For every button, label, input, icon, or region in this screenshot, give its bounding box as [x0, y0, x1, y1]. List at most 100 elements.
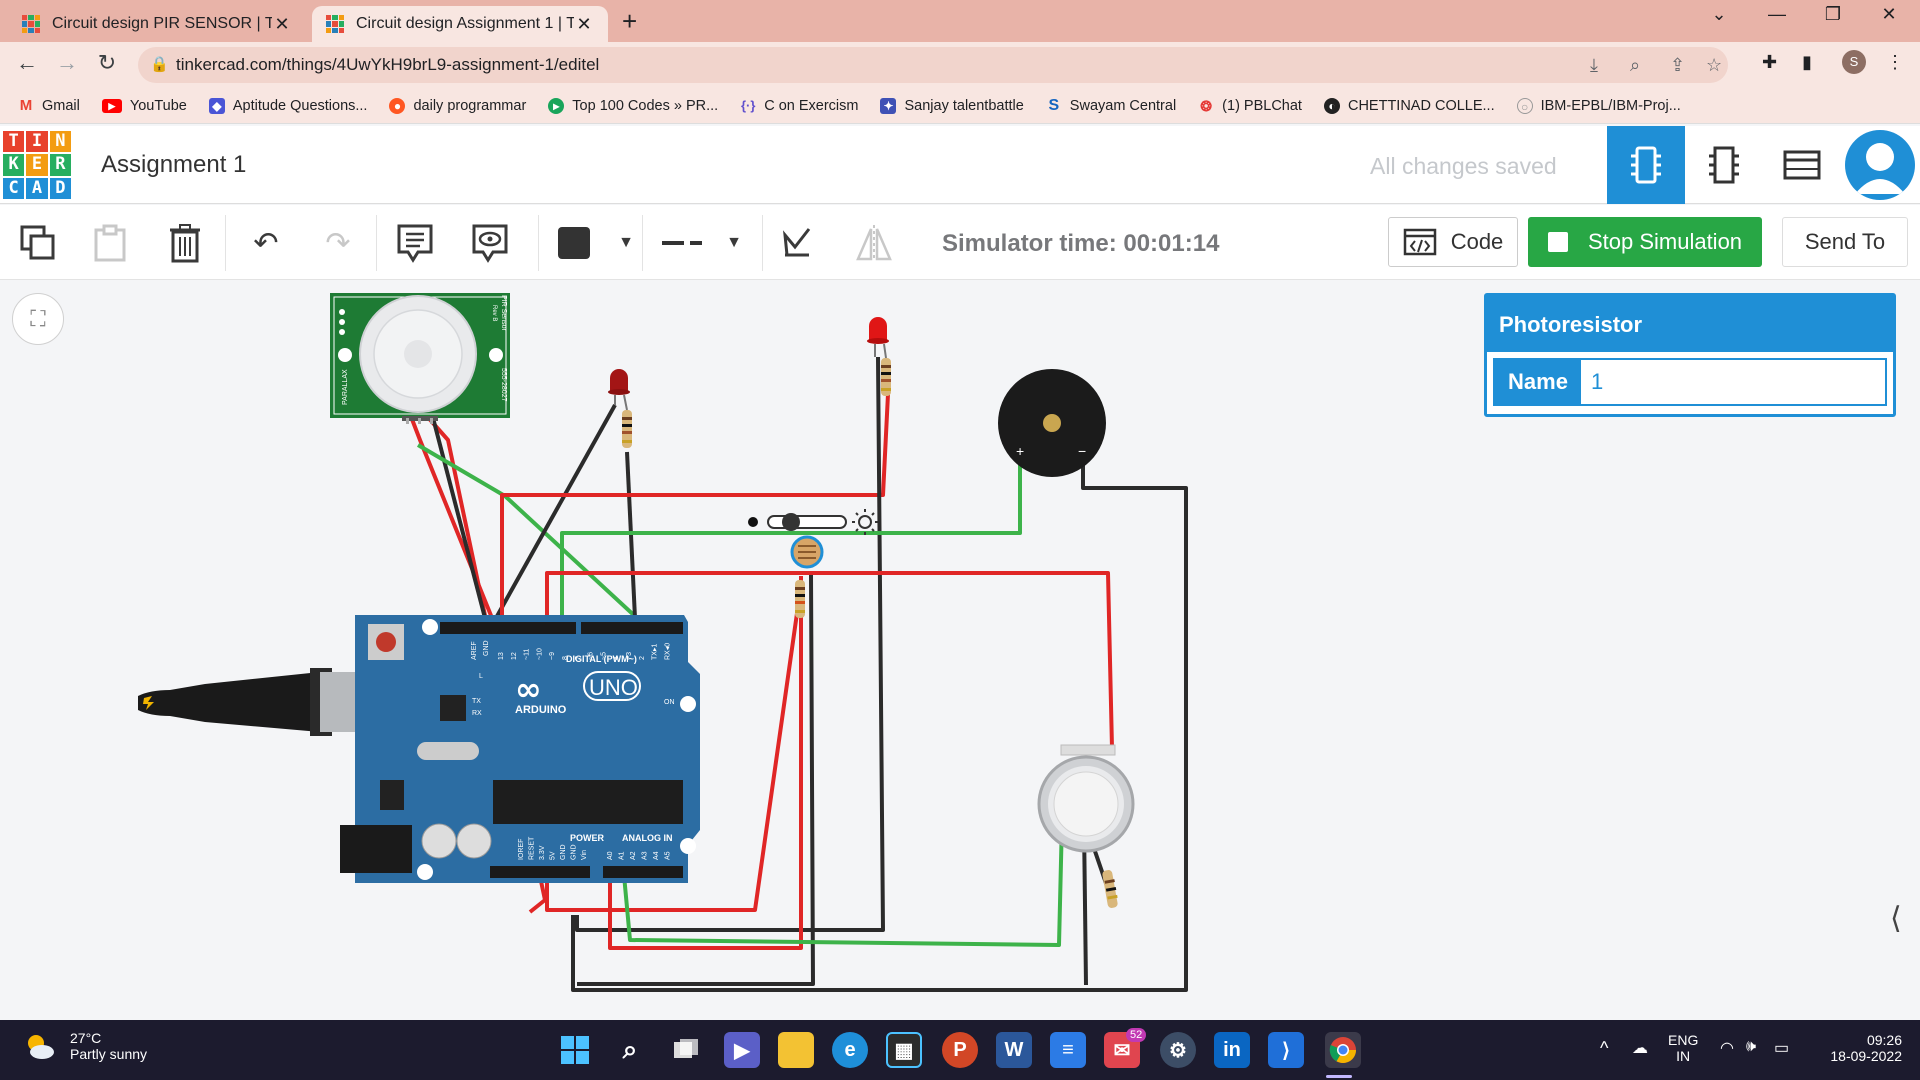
word-icon[interactable]: W: [996, 1032, 1032, 1068]
bookmark-gmail[interactable]: M Gmail: [18, 96, 80, 114]
aref-label: AREF: [471, 641, 478, 660]
menu-kebab-icon[interactable]: ⋮: [1886, 52, 1904, 73]
zoom-icon[interactable]: ⌕: [1630, 55, 1640, 76]
pin-label: 7: [575, 656, 582, 660]
paste-button[interactable]: [88, 221, 132, 265]
list-icon: [1783, 150, 1821, 180]
close-tab-icon[interactable]: ✕: [272, 14, 292, 35]
vscode-icon[interactable]: ⟩: [1268, 1032, 1304, 1068]
flip-button[interactable]: [852, 221, 896, 265]
bookmark-exercism[interactable]: {·} C on Exercism: [740, 98, 859, 114]
stop-simulation-button[interactable]: Stop Simulation: [1528, 217, 1762, 267]
volume-icon[interactable]: 🕪: [1746, 1038, 1756, 1056]
url-text[interactable]: tinkercad.com/things/4UwYkH9brL9-assignm…: [176, 55, 599, 75]
weather-widget[interactable]: 27°C Partly sunny: [24, 1030, 147, 1062]
reload-icon[interactable]: ↻: [92, 50, 122, 76]
back-icon[interactable]: ←: [12, 50, 42, 76]
omnibox[interactable]: 🔒 tinkercad.com/things/4UwYkH9brL9-assig…: [138, 47, 1728, 83]
fill-color-button[interactable]: [552, 221, 596, 265]
store-icon[interactable]: ▦: [886, 1032, 922, 1068]
pin-label: 5V: [550, 851, 557, 860]
component-list-button[interactable]: [1763, 126, 1841, 204]
onedrive-icon[interactable]: ☁: [1632, 1038, 1648, 1058]
arduino-infinity-icon: ∞: [515, 670, 542, 708]
browser-tab-pir[interactable]: Circuit design PIR SENSOR | Tinke ✕: [8, 6, 306, 42]
circuit-view-button[interactable]: [1607, 126, 1685, 204]
new-tab-icon[interactable]: +: [622, 6, 637, 37]
bookmarks-bar: M Gmail ▶ YouTube ◆ Aptitude Questions... ●…: [0, 88, 1920, 124]
stop-icon: [1547, 232, 1568, 252]
language-indicator[interactable]: ENG IN: [1668, 1032, 1698, 1064]
linkedin-icon[interactable]: in: [1214, 1032, 1250, 1068]
browser-tab-assignment[interactable]: Circuit design Assignment 1 | Tin ✕: [312, 6, 608, 42]
name-field-input[interactable]: 1: [1581, 360, 1885, 404]
file-explorer-icon[interactable]: [778, 1032, 814, 1068]
tab-search-chevron-icon[interactable]: ⌄: [1696, 4, 1742, 25]
bookmark-talentbattle[interactable]: ✦ Sanjay talentbattle: [880, 97, 1024, 114]
bookmark-youtube[interactable]: ▶ YouTube: [101, 98, 187, 114]
extensions-icon[interactable]: ✚: [1762, 52, 1777, 73]
profile-avatar[interactable]: S: [1842, 50, 1866, 74]
tinkercad-logo[interactable]: T I N K E R C A D: [3, 131, 71, 199]
gmail-icon: M: [19, 96, 33, 114]
send-to-button[interactable]: Send To: [1782, 217, 1908, 267]
pir-rev: Rev B: [491, 305, 497, 321]
undo-button[interactable]: ↶: [244, 221, 288, 265]
clock[interactable]: 09:26 18-09-2022: [1818, 1032, 1902, 1064]
search-icon[interactable]: ⌕: [612, 1032, 648, 1068]
bookmark-swayam[interactable]: S Swayam Central: [1046, 96, 1176, 114]
wire-style-button[interactable]: [660, 221, 704, 265]
schematic-view-button[interactable]: [1685, 126, 1763, 204]
chrome-icon[interactable]: [1325, 1032, 1361, 1068]
copy-button[interactable]: [16, 221, 60, 265]
side-panel-icon[interactable]: ▮: [1802, 52, 1812, 73]
bookmark-daily-programmar[interactable]: ● daily programmar: [389, 97, 526, 114]
chevron-down-icon[interactable]: ▼: [712, 221, 756, 265]
bookmark-aptitude[interactable]: ◆ Aptitude Questions...: [208, 97, 367, 114]
user-avatar[interactable]: [1845, 130, 1915, 200]
show-hidden-icons-icon[interactable]: ^: [1600, 1038, 1608, 1059]
restore-icon[interactable]: ❐: [1810, 4, 1856, 25]
edge-icon[interactable]: e: [832, 1032, 868, 1068]
close-window-icon[interactable]: ✕: [1866, 4, 1912, 25]
swayam-icon: S: [1048, 96, 1060, 114]
pin-label: RX◂0: [664, 643, 671, 660]
bookmark-chettinad[interactable]: ◐ CHETTINAD COLLE...: [1323, 97, 1495, 114]
pin-label: GND: [571, 844, 578, 860]
pin-label: 12: [511, 652, 518, 660]
piezo-buzzer: + −: [998, 369, 1106, 477]
task-view-icon[interactable]: [668, 1032, 704, 1068]
color-swatch-icon: [558, 227, 590, 259]
start-button[interactable]: [557, 1032, 593, 1068]
settings-icon[interactable]: ⚙: [1160, 1032, 1196, 1068]
minimize-icon[interactable]: —: [1754, 4, 1800, 25]
forward-icon[interactable]: →: [52, 50, 82, 76]
sidebar-toggle-icon[interactable]: ⟨: [1890, 901, 1902, 936]
close-tab-icon[interactable]: ✕: [574, 14, 594, 35]
pin-label: A2: [630, 851, 637, 860]
battery-icon[interactable]: ▭: [1774, 1038, 1789, 1058]
notepad-icon[interactable]: ≡: [1050, 1032, 1086, 1068]
bookmark-pblchat[interactable]: ❂ (1) PBLChat: [1198, 98, 1302, 114]
rotate-button[interactable]: [775, 221, 819, 265]
board-model: UNO: [589, 675, 638, 700]
delete-button[interactable]: [163, 221, 207, 265]
teams-chat-icon[interactable]: ▶: [724, 1032, 760, 1068]
bookmark-ibm-epbl[interactable]: ○ IBM-EPBL/IBM-Proj...: [1516, 97, 1681, 114]
analog-label: ANALOG IN: [622, 833, 673, 843]
wifi-icon[interactable]: ◠: [1720, 1038, 1734, 1058]
name-field-row: Name 1: [1493, 358, 1887, 406]
notes-visibility-button[interactable]: [468, 221, 512, 265]
powerpoint-icon[interactable]: P: [942, 1032, 978, 1068]
pin-label: A3: [642, 851, 649, 860]
redo-button[interactable]: ↷: [316, 221, 360, 265]
bookmark-top-100-codes[interactable]: ▸ Top 100 Codes » PR...: [548, 97, 718, 114]
simulator-time: Simulator time: 00:01:14: [942, 230, 1220, 257]
install-icon[interactable]: ⤓: [1590, 55, 1598, 76]
notes-button[interactable]: [393, 221, 437, 265]
tab-title: Circuit design Assignment 1 | Tin: [356, 15, 574, 32]
design-title[interactable]: Assignment 1: [101, 151, 246, 179]
bookmark-star-icon[interactable]: ☆: [1706, 55, 1722, 76]
code-button[interactable]: Code: [1388, 217, 1518, 267]
share-icon[interactable]: ⇪: [1670, 55, 1685, 76]
